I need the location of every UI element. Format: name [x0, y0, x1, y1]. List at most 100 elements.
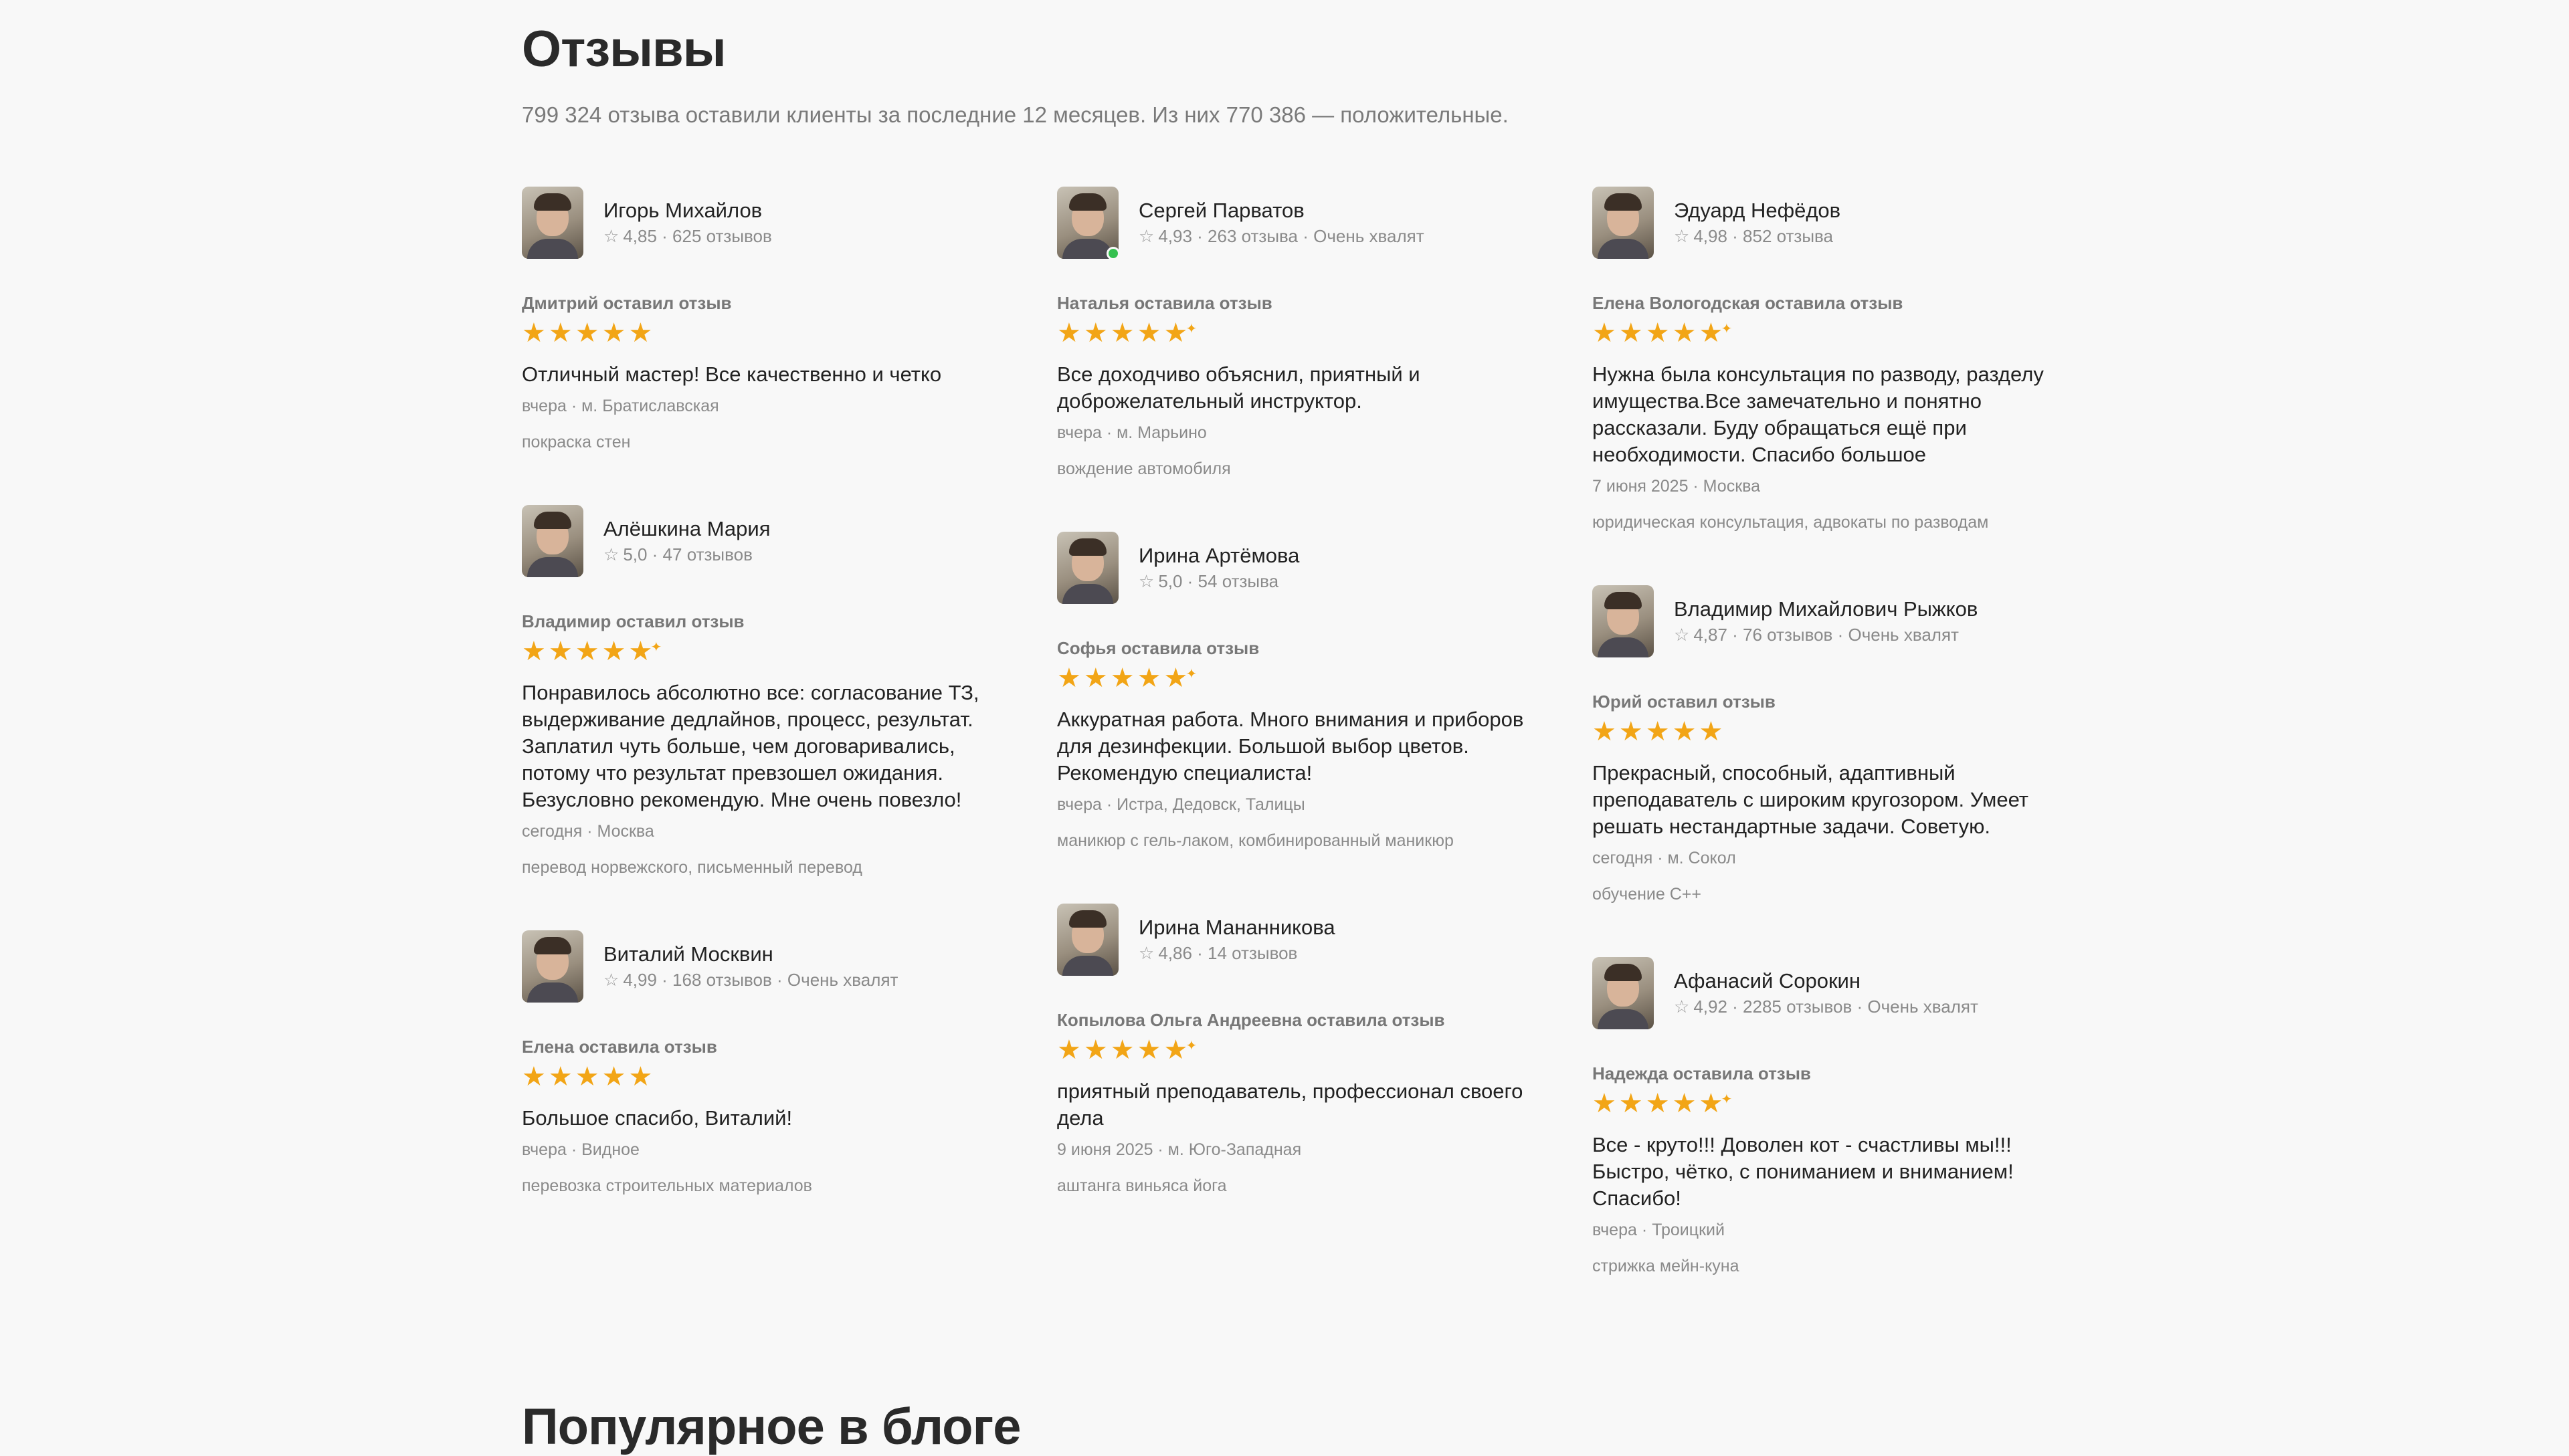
- review-card: Игорь Михайлов ☆ 4,85 · 625 отзывов Дмит…: [522, 186, 990, 453]
- specialist-name[interactable]: Ирина Артёмова: [1139, 542, 1299, 569]
- rating-stars: ★ ★ ★ ★ ★: [1592, 316, 2061, 348]
- review-text: Нужна была консультация по разводу, разд…: [1592, 362, 2044, 466]
- star-outline-icon: ☆: [1674, 625, 1690, 645]
- review-text: Отличный мастер! Все качественно и четко: [522, 362, 942, 386]
- online-status-icon: [1107, 247, 1120, 260]
- service-name[interactable]: покраска стен: [522, 431, 990, 453]
- specialist[interactable]: Сергей Парватов ☆ 4,93 · 263 отзыва · Оч…: [1057, 186, 1525, 260]
- specialist[interactable]: Алёшкина Мария ☆ 5,0 · 47 отзывов: [522, 504, 990, 578]
- rating-stars: ★ ★ ★ ★ ★: [522, 320, 990, 346]
- star-icon: ★: [548, 318, 573, 348]
- star-icon: ★: [575, 1062, 599, 1091]
- specialist-name[interactable]: Сергей Парватов: [1139, 197, 1424, 224]
- service-name[interactable]: перевод норвежского, письменный перевод: [522, 856, 990, 879]
- review-text: Все - круто!!! Доволен кот - счастливы м…: [1592, 1133, 2014, 1210]
- star-icon: ★: [1083, 663, 1108, 693]
- avatar[interactable]: [522, 505, 583, 577]
- specialist-name[interactable]: Ирина Мананникова: [1139, 914, 1335, 941]
- avatar[interactable]: [1057, 904, 1119, 976]
- avatar[interactable]: [522, 930, 583, 1003]
- service-name[interactable]: стрижка мейн-куна: [1592, 1255, 2061, 1277]
- specialist-rating: ☆ 4,85 · 625 отзывов: [603, 224, 772, 248]
- reviewer-name: Копылова Ольга Андреевна оставила отзыв: [1057, 1010, 1445, 1030]
- avatar[interactable]: [1592, 585, 1654, 657]
- specialist-name[interactable]: Игорь Михайлов: [603, 197, 772, 224]
- star-sparkle-icon: ★: [1163, 316, 1197, 346]
- star-icon: ★: [1618, 717, 1643, 746]
- star-outline-icon: ☆: [603, 544, 620, 564]
- service-name[interactable]: обучение C++: [1592, 883, 2061, 906]
- service-name[interactable]: маникюр с гель-лаком, комбинированный ма…: [1057, 829, 1525, 852]
- star-icon: ★: [1645, 1089, 1670, 1118]
- specialist[interactable]: Ирина Артёмова ☆ 5,0 · 54 отзыва: [1057, 531, 1525, 605]
- reviews-column-3: Эдуард Нефёдов ☆ 4,98 · 852 отзыва Елена…: [1592, 186, 2061, 1328]
- reviewer-name: Надежда оставила отзыв: [1592, 1063, 1811, 1083]
- specialist[interactable]: Афанасий Сорокин ☆ 4,92 · 2285 отзывов ·…: [1592, 956, 2061, 1030]
- star-icon: ★: [1083, 318, 1108, 348]
- specialist-name[interactable]: Алёшкина Мария: [603, 516, 770, 542]
- review-card: Эдуард Нефёдов ☆ 4,98 · 852 отзыва Елена…: [1592, 186, 2061, 534]
- specialist-rating: ☆ 4,93 · 263 отзыва · Очень хвалят: [1139, 224, 1424, 248]
- specialist[interactable]: Виталий Москвин ☆ 4,99 · 168 отзывов · О…: [522, 930, 990, 1003]
- star-icon: ★: [1137, 318, 1161, 348]
- star-sparkle-icon: ★: [1699, 1086, 1732, 1117]
- star-icon: ★: [1645, 717, 1670, 746]
- star-icon: ★: [601, 318, 626, 348]
- star-icon: ★: [1110, 1035, 1135, 1065]
- review-date-location: сегодня · Москва: [522, 822, 654, 841]
- reviewer-name: Юрий оставил отзыв: [1592, 692, 1776, 712]
- specialist-name[interactable]: Эдуард Нефёдов: [1674, 197, 1840, 224]
- specialist-name[interactable]: Виталий Москвин: [603, 941, 898, 968]
- review-date-location: 9 июня 2025 · м. Юго-Западная: [1057, 1140, 1302, 1159]
- reviewer-name: Дмитрий оставил отзыв: [522, 293, 732, 313]
- star-icon: ★: [575, 637, 599, 666]
- avatar[interactable]: [1592, 187, 1654, 259]
- star-outline-icon: ☆: [1139, 571, 1155, 591]
- avatar[interactable]: [1057, 532, 1119, 604]
- rating-stars: ★ ★ ★ ★ ★: [1057, 1033, 1525, 1065]
- review-date-location: вчера · Троицкий: [1592, 1221, 1725, 1239]
- reviews-column-1: Игорь Михайлов ☆ 4,85 · 625 отзывов Дмит…: [522, 186, 990, 1248]
- review-card: Ирина Артёмова ☆ 5,0 · 54 отзыва Софья о…: [1057, 531, 1525, 852]
- rating-stars: ★ ★ ★ ★ ★: [1592, 718, 2061, 745]
- star-icon: ★: [1672, 318, 1697, 348]
- service-name[interactable]: юридическая консультация, адвокаты по ра…: [1592, 511, 2061, 534]
- star-icon: ★: [601, 1062, 626, 1091]
- review-text: приятный преподаватель, профессионал сво…: [1057, 1079, 1523, 1130]
- specialist-rating: ☆ 4,86 · 14 отзывов: [1139, 941, 1335, 965]
- star-icon: ★: [1083, 1035, 1108, 1065]
- reviewer-name: Елена Вологодская оставила отзыв: [1592, 293, 1903, 313]
- specialist[interactable]: Ирина Мананникова ☆ 4,86 · 14 отзывов: [1057, 903, 1525, 976]
- review-date-location: вчера · Видное: [522, 1140, 640, 1159]
- star-icon: ★: [1057, 318, 1081, 348]
- review-text: Все доходчиво объяснил, приятный и добро…: [1057, 362, 1420, 413]
- specialist[interactable]: Игорь Михайлов ☆ 4,85 · 625 отзывов: [522, 186, 990, 259]
- star-icon: ★: [1672, 717, 1697, 746]
- star-sparkle-icon: ★: [1699, 316, 1732, 346]
- star-icon: ★: [1618, 1089, 1643, 1118]
- avatar[interactable]: [1592, 957, 1654, 1029]
- page-title: Отзывы: [522, 21, 727, 78]
- star-icon: ★: [1057, 1035, 1081, 1065]
- service-name[interactable]: перевозка строительных материалов: [522, 1174, 990, 1197]
- star-icon: ★: [522, 1062, 546, 1091]
- star-icon: ★: [1645, 318, 1670, 348]
- star-icon: ★: [1592, 717, 1616, 746]
- star-icon: ★: [522, 637, 546, 666]
- star-icon: ★: [1699, 717, 1723, 746]
- specialist[interactable]: Владимир Михайлович Рыжков ☆ 4,87 · 76 о…: [1592, 585, 2061, 658]
- review-text: Прекрасный, способный, адаптивный препод…: [1592, 761, 2028, 838]
- star-icon: ★: [1618, 318, 1643, 348]
- specialist-name[interactable]: Афанасий Сорокин: [1674, 968, 1978, 995]
- star-icon: ★: [522, 318, 546, 348]
- review-date-location: 7 июня 2025 · Москва: [1592, 477, 1761, 496]
- specialist[interactable]: Эдуард Нефёдов ☆ 4,98 · 852 отзыва: [1592, 186, 2061, 259]
- avatar[interactable]: [522, 187, 583, 259]
- service-name[interactable]: аштанга виньяса йога: [1057, 1174, 1525, 1197]
- star-outline-icon: ☆: [603, 226, 620, 246]
- specialist-name[interactable]: Владимир Михайлович Рыжков: [1674, 596, 1978, 623]
- review-text: Большое спасибо, Виталий!: [522, 1106, 793, 1130]
- star-icon: ★: [1057, 663, 1081, 693]
- service-name[interactable]: вождение автомобиля: [1057, 457, 1525, 480]
- star-icon: ★: [1592, 1089, 1616, 1118]
